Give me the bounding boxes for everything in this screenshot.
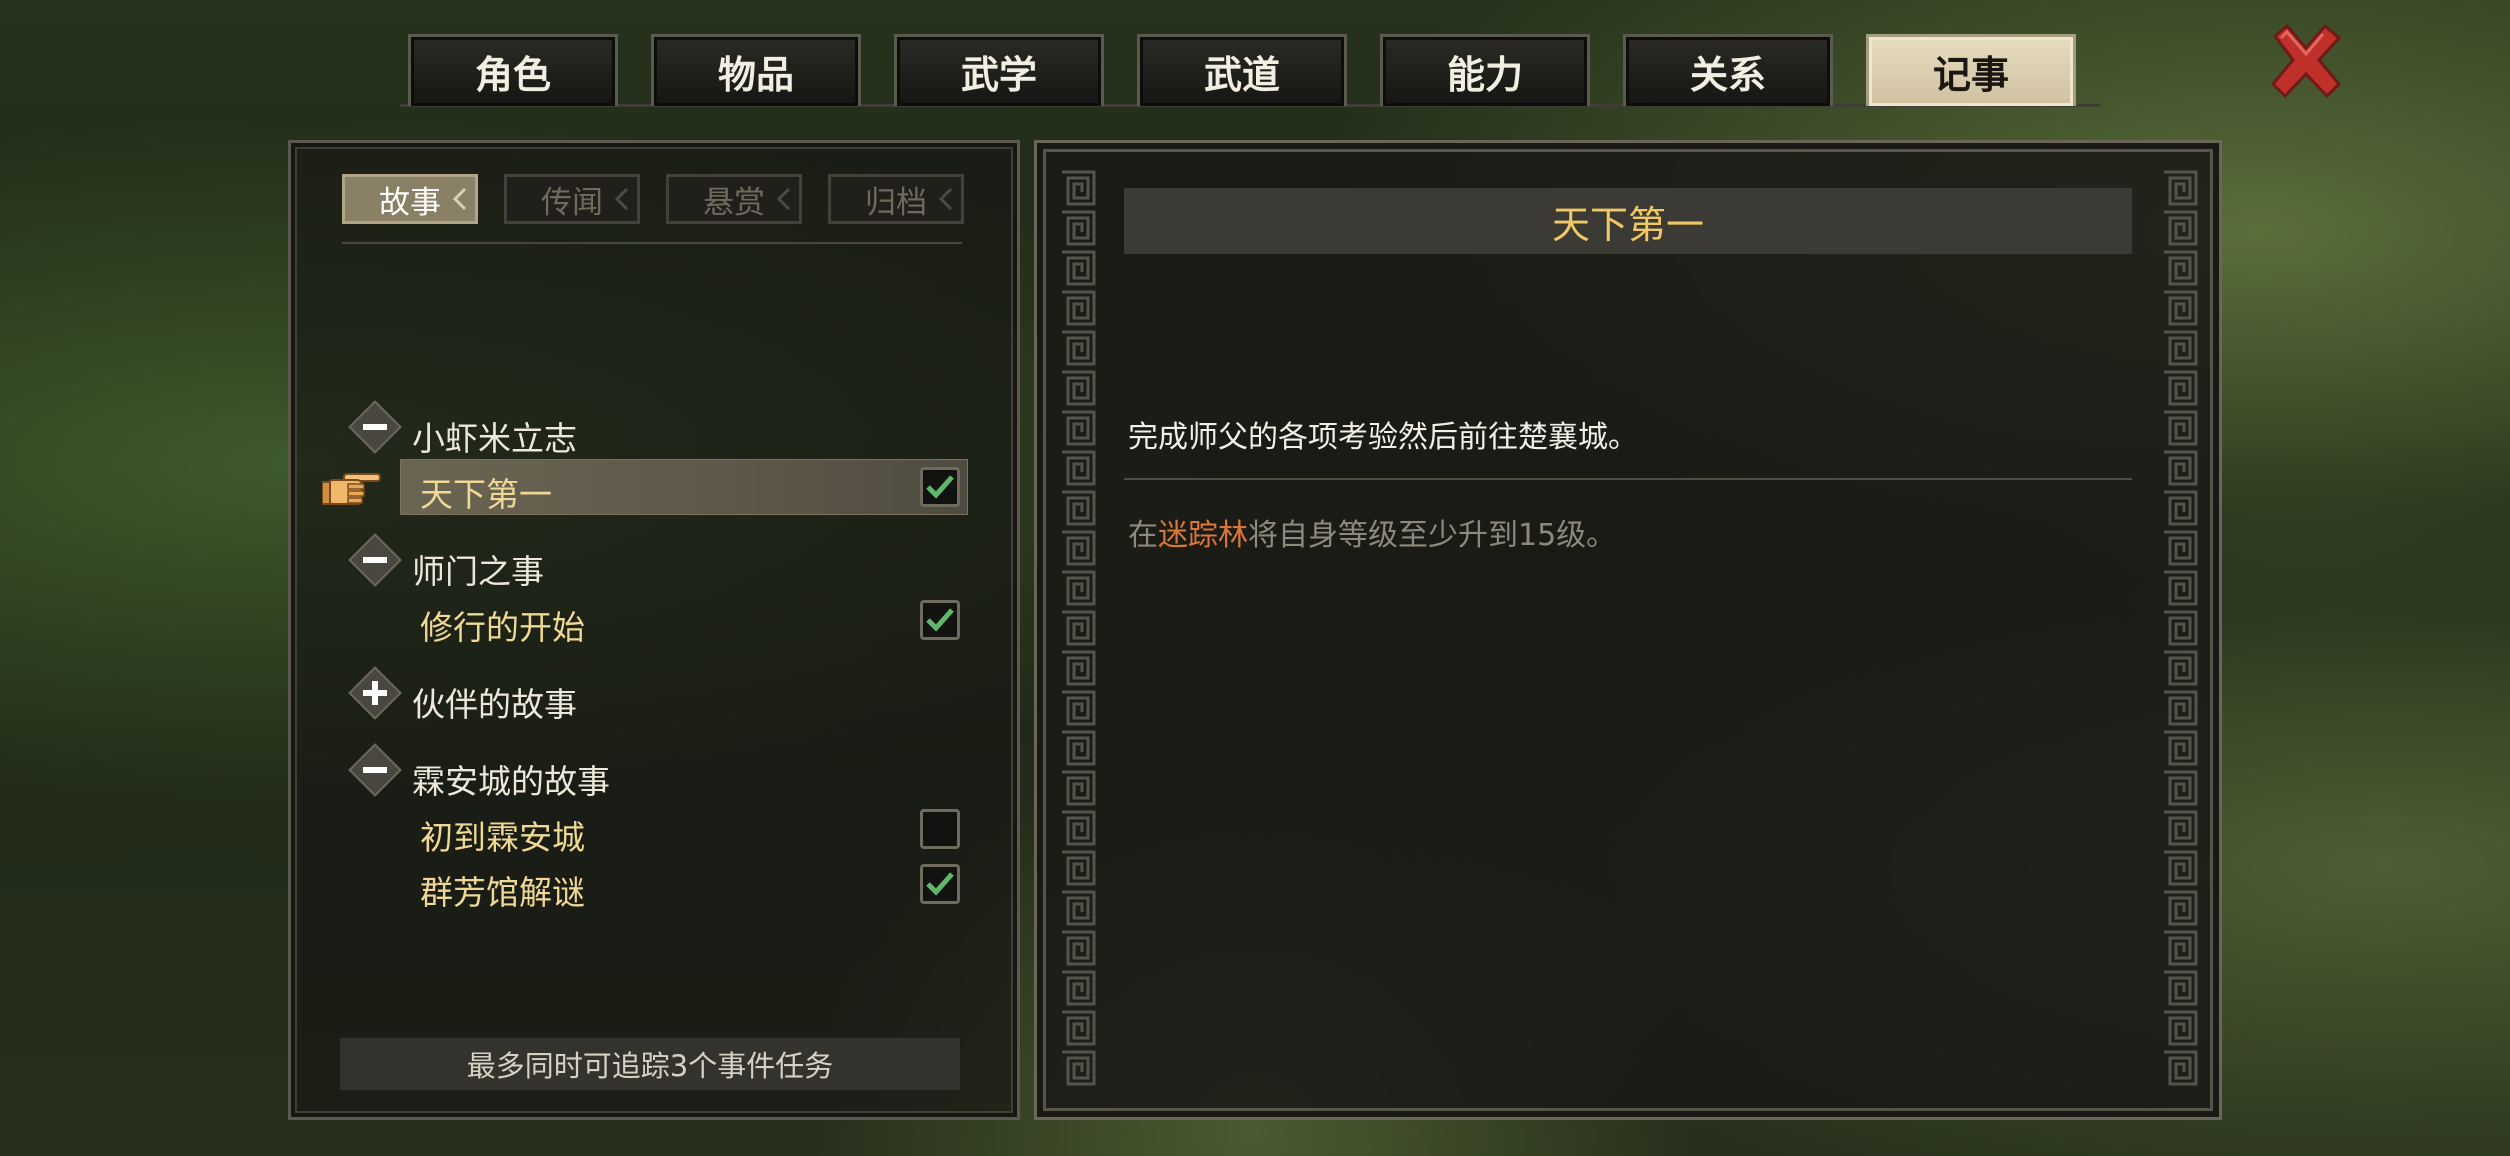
subtab-story[interactable]: 故事 bbox=[342, 174, 478, 224]
quest-label[interactable]: 修行的开始 bbox=[420, 601, 585, 649]
subtab-bounties[interactable]: 悬赏 bbox=[666, 174, 802, 224]
quest-title: 天下第一 bbox=[1124, 188, 2132, 254]
quest-objective: 在迷踪林将自身等级至少升到15级。 bbox=[1128, 510, 1616, 554]
minus-icon[interactable] bbox=[348, 743, 402, 797]
checkmark-icon bbox=[926, 872, 954, 896]
quest-description: 完成师父的各项考验然后前往楚襄城。 bbox=[1128, 420, 1638, 455]
tab-martial-way[interactable]: 武道 bbox=[1137, 34, 1347, 106]
close-icon bbox=[2270, 23, 2342, 99]
description-divider bbox=[1124, 478, 2132, 480]
quest-label: 天下第一 bbox=[420, 475, 552, 514]
tab-journal[interactable]: 记事 bbox=[1866, 34, 2076, 106]
fret-border-right bbox=[2160, 168, 2200, 1088]
chevron-left-icon bbox=[614, 187, 629, 211]
quest-list-panel bbox=[288, 140, 1020, 1120]
tab-abilities[interactable]: 能力 bbox=[1380, 34, 1590, 106]
quest-checkbox[interactable] bbox=[920, 809, 960, 849]
chevron-left-icon bbox=[776, 187, 791, 211]
tab-character[interactable]: 角色 bbox=[408, 34, 618, 106]
quest-group-title[interactable]: 霖安城的故事 bbox=[412, 755, 610, 803]
subtab-story-label: 故事 bbox=[379, 184, 441, 221]
quest-group-title[interactable]: 小虾米立志 bbox=[412, 412, 577, 460]
quest-checkbox[interactable] bbox=[920, 600, 960, 640]
objective-suffix: 将自身等级至少升到15级。 bbox=[1248, 518, 1617, 553]
pointing-hand-icon bbox=[322, 473, 381, 505]
quest-detail-panel bbox=[1034, 140, 2222, 1120]
subtab-rumors-label: 传闻 bbox=[541, 184, 603, 221]
subtab-divider bbox=[342, 242, 962, 244]
chevron-left-icon bbox=[452, 187, 467, 211]
quest-group-title[interactable]: 伙伴的故事 bbox=[412, 678, 577, 726]
quest-label[interactable]: 初到霖安城 bbox=[420, 811, 585, 859]
close-button[interactable] bbox=[2265, 20, 2347, 102]
tab-martial-arts[interactable]: 武学 bbox=[894, 34, 1104, 106]
subtab-bounties-label: 悬赏 bbox=[703, 184, 765, 221]
subtab-archive[interactable]: 归档 bbox=[828, 174, 964, 224]
tab-items[interactable]: 物品 bbox=[651, 34, 861, 106]
checkmark-icon bbox=[926, 475, 954, 499]
subtab-rumors[interactable]: 传闻 bbox=[504, 174, 640, 224]
subtab-archive-label: 归档 bbox=[865, 184, 927, 221]
tracking-limit-note: 最多同时可追踪3个事件任务 bbox=[340, 1038, 960, 1090]
quest-group-title[interactable]: 师门之事 bbox=[412, 545, 544, 593]
checkmark-icon bbox=[926, 608, 954, 632]
quest-label[interactable]: 群芳馆解谜 bbox=[420, 866, 585, 914]
plus-icon[interactable] bbox=[348, 666, 402, 720]
minus-icon[interactable] bbox=[348, 533, 402, 587]
objective-location: 迷踪林 bbox=[1158, 518, 1248, 553]
quest-checkbox[interactable] bbox=[920, 864, 960, 904]
objective-prefix: 在 bbox=[1128, 518, 1158, 553]
quest-checkbox[interactable] bbox=[920, 467, 960, 507]
tab-relations[interactable]: 关系 bbox=[1623, 34, 1833, 106]
minus-icon[interactable] bbox=[348, 400, 402, 454]
fret-border-left bbox=[1058, 168, 1098, 1088]
chevron-left-icon bbox=[938, 187, 953, 211]
